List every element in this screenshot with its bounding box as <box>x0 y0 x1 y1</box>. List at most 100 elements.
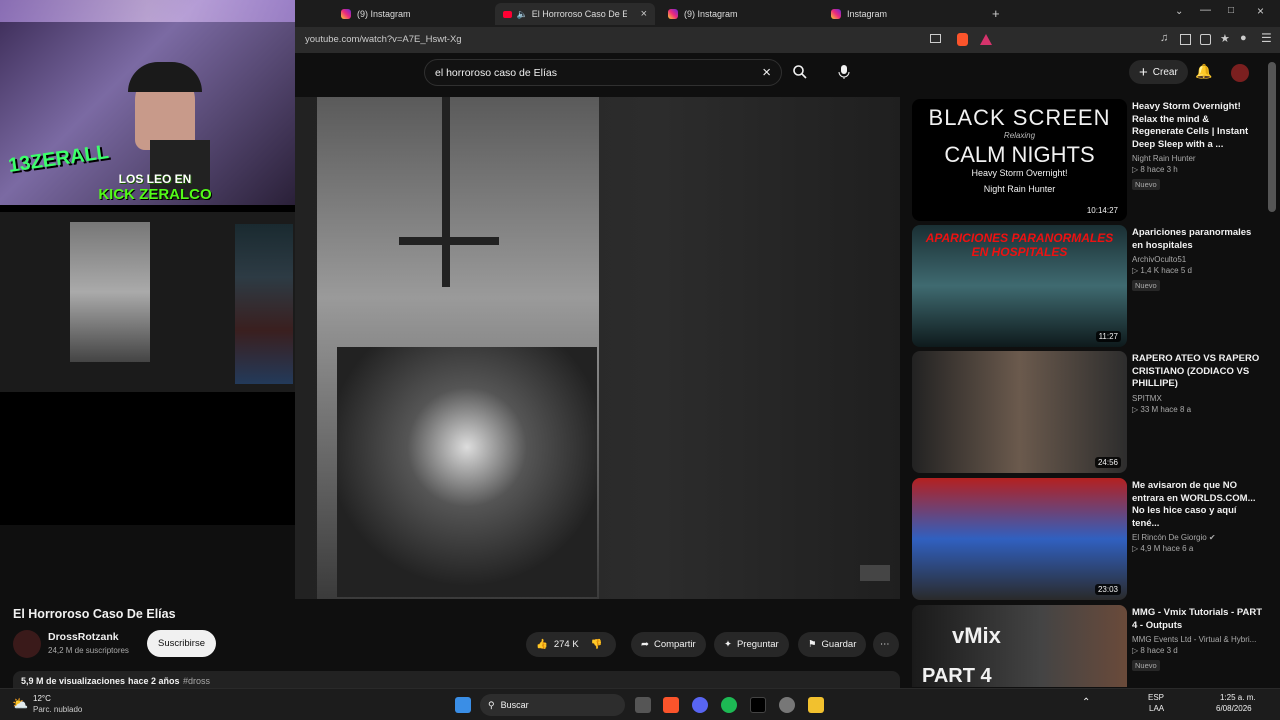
obs-icon[interactable] <box>779 697 795 713</box>
rec-stats: ▷ 1,4 K hace 5 d <box>1132 266 1192 275</box>
rec-channel[interactable]: MMG Events Ltd - Virtual & Hybri... <box>1132 635 1262 644</box>
sidebar-icon[interactable] <box>1180 34 1191 45</box>
minimize-button[interactable]: — <box>1200 4 1211 16</box>
menu-icon[interactable]: ☰ <box>1261 31 1272 45</box>
rec-title[interactable]: Heavy Storm Overnight! Relax the mind & … <box>1132 101 1262 151</box>
tab-list-icon[interactable]: ⌄ <box>1175 6 1183 17</box>
rec-stats: ▷ 8 hace 3 h <box>1132 165 1178 174</box>
tiktok-icon[interactable] <box>750 697 766 713</box>
file-explorer-icon[interactable] <box>808 697 824 713</box>
language-indicator[interactable]: ESP <box>1148 693 1164 702</box>
rec-channel[interactable]: El Rincón De Giorgio ✔ <box>1132 533 1262 542</box>
spotify-icon[interactable] <box>721 697 737 713</box>
plus-icon: + <box>1139 63 1148 81</box>
thumbs-up-icon[interactable]: 👍 <box>536 639 548 650</box>
rec-title[interactable]: Me avisaron de que NO entrara en WORLDS.… <box>1132 480 1262 530</box>
video-title: El Horroroso Caso De Elías <box>13 607 176 621</box>
channel-watermark-icon <box>860 565 890 581</box>
maximize-button[interactable]: □ <box>1228 5 1234 16</box>
rec-item[interactable]: vMix PART 4 MMG - Vmix Tutorials - PART … <box>912 605 1272 687</box>
cross-icon <box>442 97 450 287</box>
instagram-icon <box>668 9 678 19</box>
media-icon[interactable]: ♫ <box>1160 32 1168 44</box>
rec-title[interactable]: MMG - Vmix Tutorials - PART 4 - Outputs <box>1132 607 1262 632</box>
screen-capture-preview <box>0 212 295 392</box>
clear-search-icon[interactable]: × <box>762 64 771 81</box>
avatar[interactable] <box>1231 64 1249 82</box>
extensions-icon[interactable]: ★ <box>1220 32 1230 45</box>
cast-icon[interactable] <box>930 34 941 43</box>
rec-stats: ▷ 33 M hace 8 a <box>1132 404 1192 414</box>
rec-channel[interactable]: ArchivOculto51 <box>1132 255 1262 264</box>
hashtag-link[interactable]: #dross <box>183 676 210 686</box>
ask-button[interactable]: ✦ Preguntar <box>714 632 789 657</box>
url-field[interactable]: youtube.com/watch?v=A7E_Hswt-Xg <box>305 34 462 45</box>
subscriber-count: 24,2 M de suscriptores <box>48 646 129 655</box>
new-badge: Nuevo <box>1132 660 1160 671</box>
microphone-icon[interactable] <box>837 64 851 80</box>
clock-date[interactable]: 6/08/2026 <box>1216 704 1252 713</box>
duration-badge: 11:27 <box>1095 331 1121 342</box>
weather-icon[interactable]: ⛅ <box>12 696 28 712</box>
notifications-bell-icon[interactable]: 🔔 <box>1195 63 1212 80</box>
instagram-icon <box>341 9 351 19</box>
wallet-icon[interactable] <box>1200 34 1211 45</box>
share-button[interactable]: ➦ Compartir <box>631 632 706 657</box>
rec-stats: ▷ 8 hace 3 d <box>1132 646 1178 655</box>
new-tab-button[interactable]: + <box>992 6 1000 21</box>
search-icon: ⚲ <box>488 699 495 710</box>
channel-name[interactable]: DrossRotzank <box>48 631 119 643</box>
led-strip <box>0 0 295 22</box>
rec-title[interactable]: Apariciones paranormales en hospitales <box>1132 227 1262 252</box>
share-icon: ➦ <box>641 639 649 650</box>
stream-overlay: 13ZERALL LOS LEO EN KICK ZERALCO <box>0 0 295 525</box>
scrollbar[interactable] <box>1268 62 1276 212</box>
video-player[interactable] <box>295 97 900 599</box>
save-button[interactable]: ⚑ Guardar <box>798 632 867 657</box>
tray-chevron-icon[interactable]: ⌃ <box>1082 697 1090 708</box>
brave-shields-icon[interactable] <box>957 33 968 46</box>
cross-bar <box>399 237 499 245</box>
channel-avatar[interactable] <box>13 630 41 658</box>
create-button[interactable]: + Crear <box>1129 60 1188 84</box>
tab-instagram-2[interactable]: (9) Instagram <box>660 3 820 25</box>
brave-rewards-icon[interactable] <box>980 34 992 45</box>
language-layout[interactable]: LAA <box>1149 704 1164 713</box>
new-badge: Nuevo <box>1132 179 1160 190</box>
candles-altar <box>337 347 597 597</box>
speaker-icon: 🔈 <box>516 8 528 19</box>
taskbar-search[interactable]: ⚲ Buscar <box>480 694 625 716</box>
search-input[interactable]: el horroroso caso de Elías × <box>424 59 782 86</box>
weather-temp[interactable]: 12°C <box>33 694 51 703</box>
rec-item[interactable]: 23:03 Me avisaron de que NO entrara en W… <box>912 478 1272 600</box>
search-icon[interactable] <box>792 64 808 80</box>
rec-item[interactable]: 24:56 RAPERO ATEO VS RAPERO CRISTIANO (Z… <box>912 351 1272 473</box>
task-view-icon[interactable] <box>635 697 651 713</box>
subscribe-button[interactable]: Suscribirse <box>147 630 216 657</box>
discord-icon[interactable] <box>692 697 708 713</box>
start-icon[interactable] <box>455 697 471 713</box>
rec-channel[interactable]: Night Rain Hunter <box>1132 154 1262 163</box>
brave-icon[interactable] <box>663 697 679 713</box>
tab-youtube[interactable]: 🔈El Horroroso Caso De Elías - Y× <box>495 3 655 25</box>
new-badge: Nuevo <box>1132 280 1160 291</box>
weather-desc[interactable]: Parc. nublado <box>33 705 82 714</box>
rec-item[interactable]: BLACK SCREEN Relaxing CALM NIGHTS Heavy … <box>912 99 1272 221</box>
tab-instagram-1[interactable]: (9) Instagram <box>333 3 493 25</box>
rec-channel[interactable]: SPITMX <box>1132 394 1262 403</box>
address-bar: youtube.com/watch?v=A7E_Hswt-Xg ♫ ★ ● ☰ <box>295 27 1280 53</box>
close-window-button[interactable]: × <box>1257 4 1264 18</box>
more-actions-button[interactable]: ⋯ <box>873 632 899 657</box>
view-count: 5,9 M de visualizaciones <box>21 676 126 686</box>
tab-instagram-3[interactable]: Instagram <box>823 3 983 25</box>
thumbs-down-icon[interactable]: 👎 <box>591 639 603 650</box>
headphones-icon <box>128 62 202 92</box>
like-count[interactable]: 274 K <box>554 639 579 650</box>
clock-time[interactable]: 1:25 a. m. <box>1220 693 1256 702</box>
duration-badge: 23:03 <box>1094 584 1121 595</box>
close-tab-icon[interactable]: × <box>641 8 647 20</box>
rec-item[interactable]: APARICIONES PARANORMALES EN HOSPITALES 1… <box>912 225 1272 347</box>
rec-title[interactable]: RAPERO ATEO VS RAPERO CRISTIANO (ZODIACO… <box>1132 353 1262 391</box>
preview-sidebar <box>235 224 293 384</box>
vpn-icon[interactable]: ● <box>1240 32 1247 44</box>
